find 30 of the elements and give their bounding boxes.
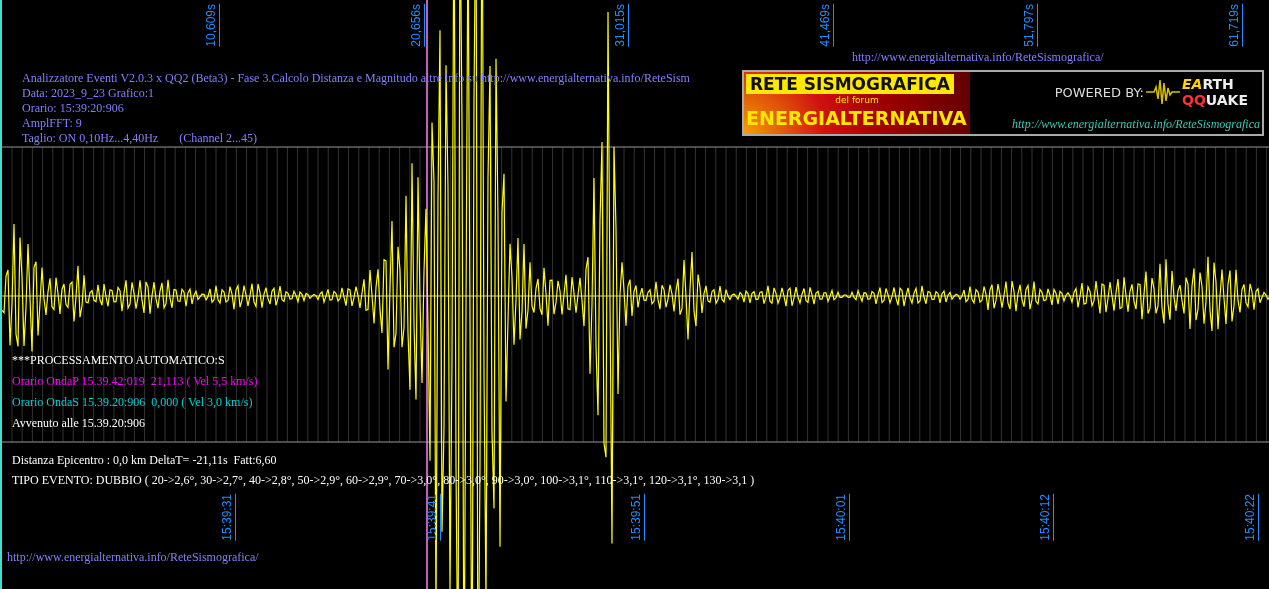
processing-line: Orario OndaS 15.39.20:906 0,000 ( Vel 3,0 km/s) [12,394,254,410]
result-line: Distanza Epicentro : 0,0 km DeltaT= -21,11s Fatt:6,60 [12,452,278,469]
time-axis-label: 15:39:51 [629,494,646,541]
time-axis-label: 61,719s [1227,4,1243,47]
info-line: AmplFFT: 9 [22,116,83,131]
banner-url[interactable]: http://www.energialternativa.info/ReteSismografica [1012,117,1260,132]
seismic-wave-icon [1146,77,1180,107]
website-url[interactable]: http://www.energialternativa.info/ReteSismografica/ [7,550,259,565]
time-axis-label: 15:39:41 [424,494,441,541]
time-axis-label: 31,015s [613,4,630,47]
banner-subtitle: del forum [835,94,879,106]
time-axis-label: 41,469s [817,4,834,47]
time-axis-label: 20,656s [408,4,425,47]
processing-line: Orario OndaP 15.39.42:019 21,113 ( Vel 5,5 km/s) [12,373,258,389]
time-axis-label: 15:40:01 [833,494,850,541]
info-line: Data: 2023_9_23 Grafico:1 [22,86,155,101]
processing-line: Avvenuto alle 15.39.20:906 [12,415,147,431]
earthquake-logo: EARTH QQUAKE [1182,76,1248,108]
powered-by-label: POWERED BY: [1054,84,1144,100]
processing-line: ***PROCESSAMENTO AUTOMATICO:S [12,352,226,368]
time-axis-label: 10,609s [204,4,220,47]
website-url[interactable]: http://www.energialternativa.info/ReteSismografica/ [852,50,1104,65]
banner-title: RETE SISMOGRAFICA [746,74,954,94]
time-axis-label: 15:40:22 [1243,494,1259,541]
banner-name: ENERGIALTERNATIVA [746,106,967,130]
time-axis-label: 15:39:31 [220,494,236,541]
info-line: Orario: 15:39:20:906 [22,101,125,116]
time-axis-label: 51,797s [1022,4,1039,47]
info-line: Taglio: ON 0,10Hz...4,40Hz (Channel 2...45) [22,131,259,146]
time-axis-label: 15:40:12 [1038,494,1055,541]
